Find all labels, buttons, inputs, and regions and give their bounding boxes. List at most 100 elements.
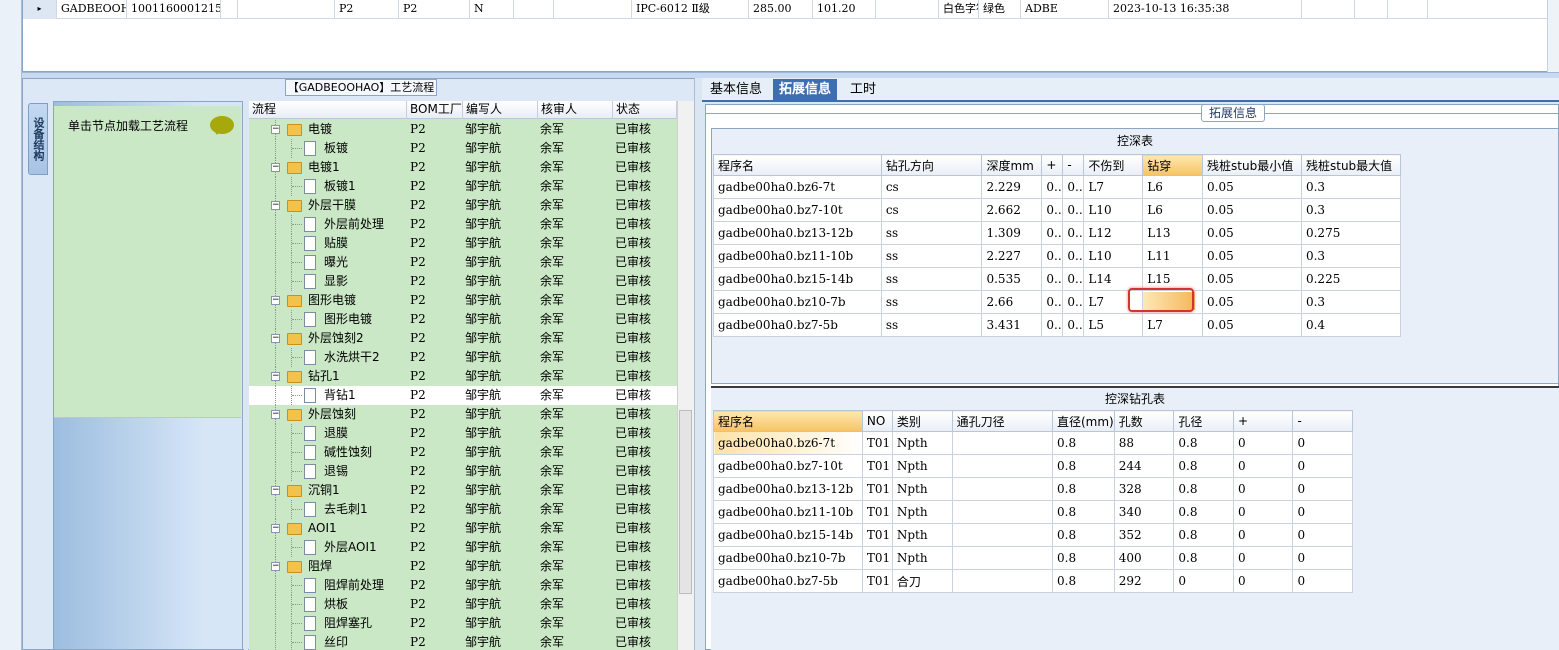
table-cell[interactable]: 0 — [1232, 523, 1294, 547]
table-cell[interactable]: 合刀 — [891, 569, 953, 593]
top-grid-cell[interactable]: IPC-6012 Ⅱ级 — [632, 0, 749, 19]
tree-row[interactable]: − 沉铜1 P2 邹宇航 余军 已审核 — [249, 481, 677, 500]
tree-column-header[interactable]: 编写人 — [463, 101, 538, 119]
table-cell[interactable]: 0 — [1232, 454, 1294, 478]
tree-node-name[interactable]: 去毛刺1 — [324, 500, 368, 519]
tree-node-name[interactable]: 外层前处理 — [324, 215, 384, 234]
table-cell[interactable]: gadbe00ha0.bz7-10t — [713, 454, 863, 478]
tree-node-name[interactable]: 沉铜1 — [308, 481, 340, 500]
table-cell[interactable]: gadbe00ha0.bz15-14b — [713, 523, 863, 547]
table-cell[interactable]: 0.. — [1041, 313, 1064, 337]
table-cell[interactable]: Npth — [891, 523, 953, 547]
tree-node-name[interactable]: 板镀1 — [324, 177, 356, 196]
top-grid-cell[interactable]: P2 — [399, 0, 470, 19]
tree-node-name[interactable]: 钻孔1 — [308, 367, 340, 386]
tree-node-name[interactable]: 电镀1 — [308, 158, 340, 177]
table-cell[interactable]: 0.8 — [1173, 431, 1234, 455]
tree-row[interactable]: 板镀1 P2 邹宇航 余军 已审核 — [249, 177, 677, 196]
table-cell[interactable]: 0 — [1292, 569, 1353, 593]
table-cell[interactable]: gadbe00ha0.bz6-7t — [713, 431, 863, 455]
table-cell[interactable]: L12 — [1083, 221, 1144, 245]
table-cell[interactable]: 0.3 — [1300, 244, 1402, 268]
table-cell[interactable]: 0 — [1232, 477, 1294, 501]
table-cell[interactable] — [951, 546, 1054, 570]
table-cell[interactable]: L6 — [1142, 175, 1204, 199]
table-cell[interactable] — [951, 500, 1054, 524]
tree-row[interactable]: 去毛刺1 P2 邹宇航 余军 已审核 — [249, 500, 677, 519]
tree-node-name[interactable]: 外层蚀刻2 — [308, 329, 364, 348]
column-header[interactable]: - — [1292, 410, 1353, 432]
table-cell[interactable]: 0.. — [1062, 267, 1085, 291]
table-cell[interactable]: 0.05 — [1202, 221, 1302, 245]
tree-row[interactable]: − 阻焊 P2 邹宇航 余军 已审核 — [249, 557, 677, 576]
tree-column-header[interactable]: 流程 — [249, 101, 407, 119]
table-cell[interactable]: Npth — [891, 500, 953, 524]
left-splitter[interactable] — [244, 101, 248, 650]
table-cell[interactable]: T01 — [861, 477, 893, 501]
table-row[interactable]: gadbe00ha0.bz13-12b ss 1.309 0.. 0.. L12 L13 0.… — [713, 221, 1402, 245]
table-cell[interactable]: L10 — [1083, 198, 1144, 222]
table-cell[interactable]: 328 — [1113, 477, 1175, 501]
top-grid-cell[interactable]: ADBE — [1021, 0, 1109, 19]
top-grid-cell[interactable] — [238, 0, 335, 19]
table-cell[interactable]: Npth — [891, 454, 953, 478]
process-tree-grid[interactable]: 流程 BOM工厂 编写人 核审人 状态 − 电镀 P2 邹宇航 余军 已审核 板镀 P2 邹宇航 余军 已审… — [249, 101, 677, 650]
load-hint-box[interactable] — [54, 106, 241, 418]
tree-row[interactable]: 图形电镀 P2 邹宇航 余军 已审核 — [249, 310, 677, 329]
table-cell[interactable]: gadbe00ha0.bz10-7b — [713, 546, 863, 570]
tree-node-name[interactable]: 显影 — [324, 272, 348, 291]
top-grid-cell[interactable] — [1302, 0, 1355, 19]
top-grid-scrollbar[interactable] — [1547, 0, 1559, 72]
table-cell[interactable]: 0.. — [1041, 244, 1064, 268]
tree-node-name[interactable]: 外层干膜 — [308, 196, 356, 215]
tree-node-name[interactable]: 外层蚀刻 — [308, 405, 356, 424]
tree-row[interactable]: 阻焊塞孔 P2 邹宇航 余军 已审核 — [249, 614, 677, 633]
table-cell[interactable]: 0 — [1232, 431, 1294, 455]
tree-node-name[interactable]: 丝印 — [324, 633, 348, 650]
table-cell[interactable]: 0.3 — [1300, 198, 1402, 222]
table-cell[interactable]: 0 — [1232, 569, 1294, 593]
table-cell[interactable]: 0 — [1292, 477, 1353, 501]
column-header[interactable]: + — [1232, 410, 1294, 432]
tree-row[interactable]: 丝印 P2 邹宇航 余军 已审核 — [249, 633, 677, 650]
column-header[interactable]: 程序名 — [713, 154, 882, 176]
tree-row[interactable]: 水洗烘干2 P2 邹宇航 余军 已审核 — [249, 348, 677, 367]
tree-node-name[interactable]: 烘板 — [324, 595, 348, 614]
table-cell[interactable]: 0.8 — [1052, 454, 1115, 478]
table-cell[interactable]: L7 — [1083, 175, 1144, 199]
tree-row[interactable]: − AOI1 P2 邹宇航 余军 已审核 — [249, 519, 677, 538]
table-cell[interactable]: gadbe00ha0.bz7-5b — [713, 569, 863, 593]
table-cell[interactable]: 0 — [1292, 454, 1353, 478]
collapse-toggle-icon[interactable]: − — [271, 296, 280, 305]
table-cell[interactable]: L7 — [1142, 313, 1204, 337]
table-cell[interactable]: 244 — [1113, 454, 1175, 478]
top-grid-cell[interactable]: N — [470, 0, 514, 19]
top-grid-cell[interactable] — [514, 0, 554, 19]
table-cell[interactable] — [951, 477, 1054, 501]
tree-row[interactable]: − 电镀 P2 邹宇航 余军 已审核 — [249, 120, 677, 139]
column-header[interactable]: 孔数 — [1113, 410, 1175, 432]
column-header[interactable]: 直径(mm) — [1052, 410, 1115, 432]
table-cell[interactable]: T01 — [861, 523, 893, 547]
tree-row[interactable]: − 外层蚀刻 P2 邹宇航 余军 已审核 — [249, 405, 677, 424]
tree-row[interactable]: 板镀 P2 邹宇航 余军 已审核 — [249, 139, 677, 158]
table-cell[interactable]: 0.. — [1041, 175, 1064, 199]
table-cell[interactable]: T01 — [861, 546, 893, 570]
table-cell[interactable]: 0.. — [1062, 175, 1085, 199]
tree-node-name[interactable]: 阻焊前处理 — [324, 576, 384, 595]
top-order-grid[interactable]: ▸GADBEOOHAO10011600012151P2P2NIPC-6012 Ⅱ… — [22, 0, 1559, 72]
column-header[interactable]: 孔径 — [1173, 410, 1234, 432]
collapse-toggle-icon[interactable]: − — [271, 486, 280, 495]
table-cell[interactable]: 0 — [1292, 500, 1353, 524]
column-header[interactable]: 残桩stub最大值 — [1300, 154, 1402, 176]
table-cell[interactable]: 0.05 — [1202, 267, 1302, 291]
top-grid-row[interactable]: ▸GADBEOOHAO10011600012151P2P2NIPC-6012 Ⅱ… — [23, 0, 1558, 19]
table-cell[interactable]: gadbe00ha0.bz11-10b — [713, 500, 863, 524]
tree-column-header[interactable]: 核审人 — [538, 101, 613, 119]
top-grid-cell[interactable]: 绿色 — [979, 0, 1021, 19]
table-cell[interactable]: ss — [880, 221, 983, 245]
tree-row[interactable]: 贴膜 P2 邹宇航 余军 已审核 — [249, 234, 677, 253]
column-header[interactable]: + — [1041, 154, 1064, 176]
table-cell[interactable]: 0 — [1292, 523, 1353, 547]
table-cell[interactable] — [951, 523, 1054, 547]
